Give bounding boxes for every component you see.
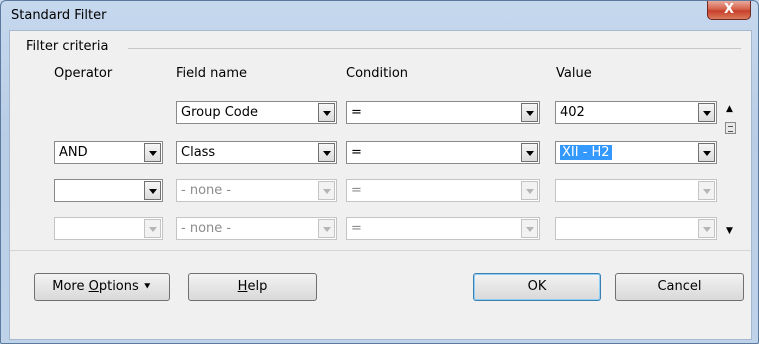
field-name-select-2[interactable]: Class [176,141,337,164]
chevron-down-icon[interactable] [318,143,335,162]
chevron-down-icon[interactable] [698,143,715,162]
chevron-down-icon [521,181,538,200]
close-icon: X [723,2,735,17]
condition-header: Condition [346,66,409,81]
value-combo-4 [555,217,717,240]
operator-select-4 [54,217,163,240]
dialog-body: Filter criteria Operator Field name Cond… [9,30,752,340]
field-name-select-4: - none - [176,217,337,240]
legend-divider [128,48,741,49]
operator-header: Operator [54,66,113,81]
field-name-header: Field name [176,66,248,81]
chevron-down-icon [698,181,715,200]
selected-value-text[interactable]: XII - H2 [560,145,612,160]
field-name-select-3: - none - [176,179,337,202]
standard-filter-dialog: Standard Filter X Filter criteria Operat… [0,0,759,344]
dialog-title: Standard Filter [11,8,107,23]
value-combo-1[interactable]: 402 [555,101,717,124]
title-bar: Standard Filter X [1,1,758,29]
condition-select-4: = [346,217,540,240]
operator-select-2[interactable]: AND [54,141,163,164]
condition-select-2[interactable]: = [346,141,540,164]
condition-select-3: = [346,179,540,202]
scroll-up-icon[interactable]: ▲ [726,104,733,114]
help-button[interactable]: Help [188,273,317,301]
field-name-select-1[interactable]: Group Code [176,101,337,124]
chevron-down-icon [318,219,335,238]
chevron-down-icon[interactable] [698,103,715,122]
scrollbar-thumb[interactable] [725,122,736,134]
chevron-down-icon[interactable] [144,181,161,200]
value-combo-3 [555,179,717,202]
button-bar: More Options ⯆ Help OK Cancel [10,250,751,339]
value-combo-2[interactable]: XII - H2 [555,141,717,164]
chevron-down-icon[interactable] [144,143,161,162]
more-options-button[interactable]: More Options ⯆ [34,273,170,301]
filter-criteria-legend: Filter criteria [26,39,109,54]
ok-button[interactable]: OK [473,273,601,301]
value-header: Value [556,66,592,81]
operator-select-3[interactable] [54,179,163,202]
close-button[interactable]: X [707,1,751,20]
chevron-down-icon [144,219,161,238]
chevron-down-icon[interactable] [318,103,335,122]
double-chevron-down-icon: ⯆ [142,280,152,293]
chevron-down-icon [698,219,715,238]
cancel-button[interactable]: Cancel [615,273,744,301]
scroll-down-icon[interactable]: ▼ [726,226,733,236]
chevron-down-icon [318,181,335,200]
chevron-down-icon [521,219,538,238]
chevron-down-icon[interactable] [521,103,538,122]
chevron-down-icon[interactable] [521,143,538,162]
condition-select-1[interactable]: = [346,101,540,124]
